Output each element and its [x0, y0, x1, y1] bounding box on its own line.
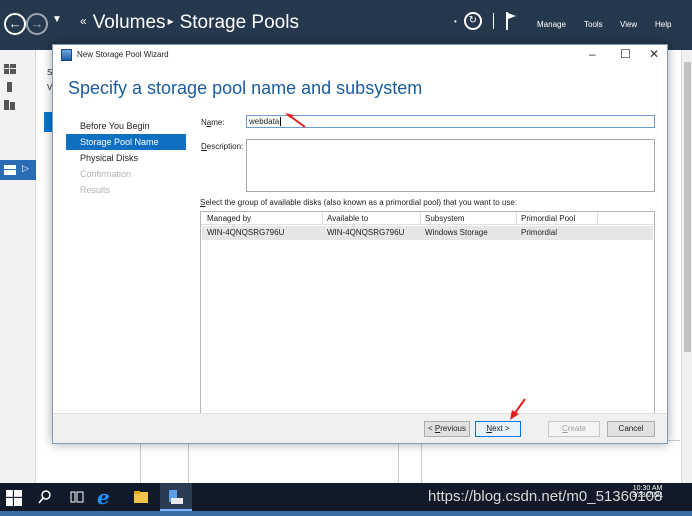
clock-time: 10:30 AM — [632, 485, 663, 492]
server-manager-header: ← → ▼ «Volumes ▸ Storage Pools • ↻ Manage … — [0, 0, 692, 50]
forward-button[interactable]: → — [26, 13, 48, 35]
header-tools: • ↻ — [454, 12, 516, 36]
breadcrumb-separator: ▸ — [167, 14, 174, 28]
list-header: Managed by Available to Subsystem Primor… — [201, 212, 654, 225]
text-caret — [280, 117, 282, 126]
previous-label-pre: < — [427, 424, 435, 433]
background-selected-strip — [44, 112, 52, 132]
scrollbar-thumb[interactable] — [684, 62, 691, 352]
pool-name-value: webdata — [249, 117, 280, 126]
breadcrumb-storage-pools[interactable]: Storage Pools — [180, 12, 299, 33]
column-primordial-pool[interactable]: Primordial Pool — [521, 212, 575, 225]
bottom-strip — [0, 511, 692, 516]
table-row[interactable]: WIN-4QNQSRG796U WIN-4QNQSRG796U Windows … — [202, 226, 653, 240]
name-label: Name: — [201, 118, 225, 127]
next-button[interactable]: Next > — [475, 421, 521, 437]
step-results: Results — [80, 185, 111, 195]
wizard-title: New Storage Pool Wizard — [77, 50, 169, 59]
minimize-button[interactable]: – — [589, 47, 596, 61]
refresh-dropdown-icon[interactable]: • — [454, 17, 457, 26]
description-label-post: escription: — [206, 142, 244, 151]
step-confirmation: Confirmation — [80, 169, 132, 179]
task-view-icon[interactable] — [69, 489, 85, 505]
local-server-icon[interactable] — [4, 82, 16, 92]
refresh-icon[interactable]: ↻ — [463, 12, 482, 30]
background-panels — [140, 440, 680, 484]
wizard-app-icon — [61, 49, 72, 61]
create-label-post: reate — [567, 424, 586, 433]
menu-view[interactable]: View — [620, 20, 637, 29]
column-available-to[interactable]: Available to — [327, 212, 368, 225]
menu-manage[interactable]: Manage — [537, 20, 566, 29]
column-managed-by[interactable]: Managed by — [207, 212, 251, 225]
cancel-button[interactable]: Cancel — [607, 421, 655, 437]
header-divider — [492, 13, 494, 29]
select-group-label: Select the group of available disks (als… — [200, 198, 517, 207]
file-storage-services-item[interactable]: ▷ — [0, 160, 36, 180]
primordial-pool-list[interactable]: Managed by Available to Subsystem Primor… — [200, 211, 655, 428]
clock-date: 3/23/2021 — [632, 492, 664, 499]
cell-primordial-pool: Primordial — [521, 228, 558, 237]
windows-start-icon[interactable] — [6, 490, 22, 506]
create-button: Create — [548, 421, 600, 437]
search-icon[interactable] — [37, 489, 53, 505]
new-storage-pool-wizard: New Storage Pool Wizard – ☐ ✕ Specify a … — [52, 44, 668, 444]
menu-help[interactable]: Help — [655, 20, 671, 29]
internet-explorer-icon[interactable]: e — [97, 485, 110, 509]
select-label-post: elect the group of available disks (also… — [205, 198, 518, 207]
system-clock[interactable]: 10:30 AM 3/23/2021 — [632, 485, 663, 499]
previous-label-post: revious — [440, 424, 467, 433]
all-servers-icon[interactable] — [4, 100, 16, 110]
notifications-flag-icon[interactable] — [505, 12, 516, 30]
server-manager-nav-rail: ▷ — [0, 50, 36, 483]
annotation-arrow-icon — [285, 113, 306, 128]
close-button[interactable]: ✕ — [649, 47, 659, 61]
taskbar: e https://blog.csdn.net/m0_51360108 10:3… — [0, 483, 692, 511]
annotation-arrow-icon — [510, 398, 526, 420]
page-scrollbar[interactable] — [681, 50, 692, 483]
expand-chevron-icon[interactable]: ▷ — [22, 163, 29, 174]
breadcrumb: « Volumes ▸ Storage Pools — [80, 12, 299, 34]
name-label-post: me: — [211, 118, 225, 127]
file-explorer-icon[interactable] — [133, 489, 149, 505]
next-label-post: ext > — [492, 424, 510, 433]
cell-subsystem: Windows Storage — [425, 228, 488, 237]
column-subsystem[interactable]: Subsystem — [425, 212, 465, 225]
maximize-button[interactable]: ☐ — [620, 47, 631, 61]
file-storage-icon — [4, 165, 16, 175]
breadcrumb-volumes[interactable]: Volumes — [93, 12, 166, 33]
description-textarea[interactable] — [246, 139, 655, 192]
previous-button[interactable]: < Previous — [424, 421, 470, 437]
step-storage-pool-name[interactable]: Storage Pool Name — [66, 134, 186, 150]
cell-available-to: WIN-4QNQSRG796U — [327, 228, 405, 237]
step-physical-disks[interactable]: Physical Disks — [66, 150, 186, 166]
breadcrumb-prefix: « — [80, 14, 87, 28]
step-before-you-begin[interactable]: Before You Begin — [66, 118, 186, 134]
dashboard-icon[interactable] — [4, 64, 16, 74]
wizard-title-bar[interactable]: New Storage Pool Wizard – ☐ ✕ — [53, 45, 667, 69]
server-manager-taskbar-item[interactable] — [160, 483, 192, 511]
watermark-text: https://blog.csdn.net/m0_51360108 — [428, 488, 663, 505]
page-heading: Specify a storage pool name and subsyste… — [68, 78, 423, 98]
history-dropdown-icon[interactable]: ▼ — [52, 14, 62, 25]
back-button[interactable]: ← — [4, 13, 26, 35]
wizard-button-bar: < Previous Next > Create Cancel — [53, 413, 667, 443]
cell-managed-by: WIN-4QNQSRG796U — [207, 228, 285, 237]
server-manager-icon — [169, 490, 183, 504]
description-label: Description: — [201, 142, 243, 151]
wizard-steps: Before You Begin Storage Pool Name Physi… — [66, 118, 186, 198]
menu-tools[interactable]: Tools — [584, 20, 603, 29]
